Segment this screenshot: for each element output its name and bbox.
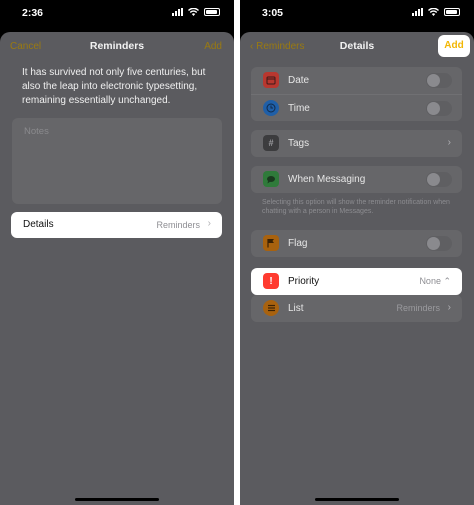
date-label: Date (288, 75, 310, 86)
chevron-right-icon: › (447, 137, 451, 148)
flag-toggle[interactable] (426, 236, 452, 251)
new-reminder-sheet: Cancel Reminders Add It has survived not… (0, 32, 234, 505)
nav-bar: Cancel Reminders Add (0, 32, 234, 62)
notes-placeholder: Notes (24, 126, 49, 137)
date-row[interactable]: Date (251, 67, 462, 94)
phone-screen-left: 2:36 Cancel Reminders Add It has survive… (0, 0, 234, 505)
details-row[interactable]: Details Reminders › (11, 212, 222, 238)
page-title: Reminders (89, 40, 145, 52)
when-messaging-label: When Messaging (288, 174, 366, 185)
status-bar: 2:36 (0, 0, 234, 26)
details-label: Details (23, 219, 54, 230)
when-messaging-toggle[interactable] (426, 172, 452, 187)
battery-icon (444, 8, 460, 16)
time-label: Time (288, 103, 310, 114)
signal-icon (172, 8, 183, 16)
home-indicator (315, 498, 399, 501)
tags-label: Tags (288, 138, 310, 149)
status-time: 2:36 (22, 7, 44, 19)
flag-icon (263, 235, 279, 251)
details-sheet: ‹ Reminders Details Add Date Time # Tags… (240, 32, 474, 505)
messaging-group: When Messaging (251, 166, 462, 193)
list-group: List Reminders › (251, 295, 462, 322)
when-messaging-row[interactable]: When Messaging (251, 166, 462, 193)
priority-row[interactable]: ! Priority None ⌃ (251, 268, 462, 295)
tags-group: # Tags › (251, 130, 462, 157)
signal-icon (412, 8, 423, 16)
messaging-footnote: Selecting this option will show the remi… (262, 199, 450, 215)
status-bar: 3:05 (240, 0, 474, 26)
messages-icon (263, 171, 279, 187)
chevron-right-icon: › (207, 218, 211, 229)
priority-label: Priority (288, 276, 320, 287)
date-toggle[interactable] (426, 73, 452, 88)
priority-value[interactable]: None ⌃ (419, 276, 451, 287)
flag-row[interactable]: Flag (251, 230, 462, 257)
chevron-right-icon: › (447, 302, 451, 313)
battery-icon (204, 8, 220, 16)
list-label: List (288, 303, 304, 314)
notes-field[interactable]: Notes (12, 118, 222, 204)
status-icons (172, 8, 220, 16)
time-toggle[interactable] (426, 101, 452, 116)
phone-screen-right: 3:05 ‹ Reminders Details Add Date Time #… (240, 0, 474, 505)
flag-group: Flag (251, 230, 462, 257)
add-button[interactable]: Add (438, 35, 470, 57)
calendar-icon (263, 72, 279, 88)
reminder-title-text[interactable]: It has survived not only five centuries,… (22, 66, 212, 108)
exclamation-icon: ! (263, 273, 279, 289)
add-button[interactable]: Add (204, 41, 222, 52)
hashtag-icon: # (263, 135, 279, 151)
list-value: Reminders (396, 303, 440, 313)
list-row[interactable]: List Reminders › (251, 295, 462, 322)
time-row[interactable]: Time (251, 94, 462, 121)
status-icons (412, 8, 460, 16)
clock-icon (263, 100, 279, 116)
flag-label: Flag (288, 238, 308, 249)
home-indicator (75, 498, 159, 501)
wifi-icon (188, 8, 199, 16)
date-time-group: Date Time (251, 67, 462, 121)
status-time: 3:05 (262, 7, 284, 19)
add-button-label: Add (444, 40, 464, 51)
wifi-icon (428, 8, 439, 16)
nav-bar: ‹ Reminders Details Add (240, 32, 474, 62)
list-icon (263, 300, 279, 316)
details-value: Reminders (156, 220, 200, 230)
tags-row[interactable]: # Tags › (251, 130, 462, 157)
